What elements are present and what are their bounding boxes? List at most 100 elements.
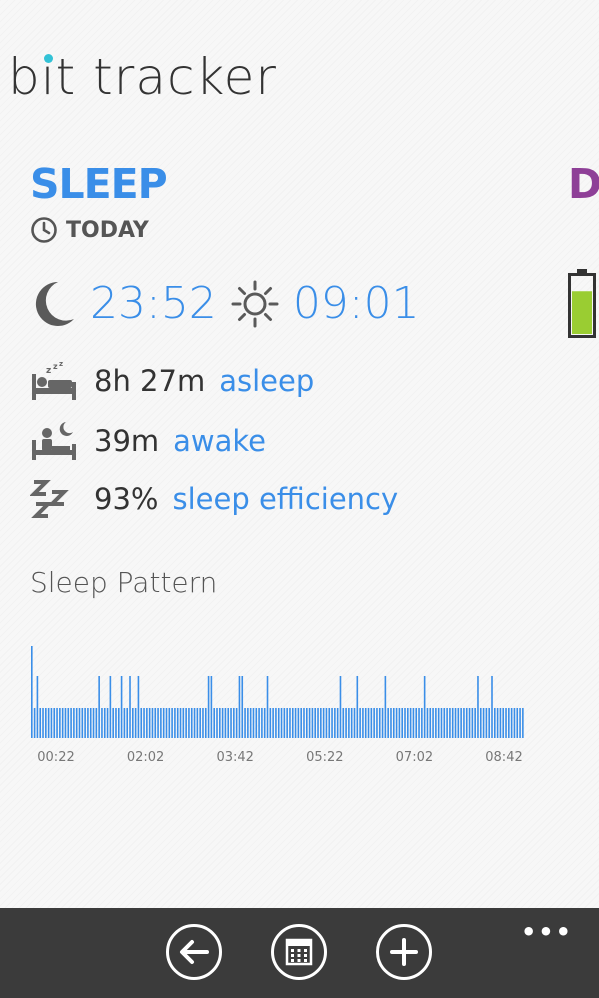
- plus-icon: [390, 938, 418, 966]
- sleep-bar: [415, 708, 418, 738]
- sleep-bar: [120, 676, 123, 738]
- awake-label: awake: [173, 424, 267, 458]
- sleep-bar: [157, 708, 159, 738]
- sleep-bar: [387, 708, 389, 738]
- clock-icon: [31, 217, 57, 243]
- sleep-bar: [364, 708, 367, 738]
- sleep-bar: [249, 708, 252, 738]
- sleep-bar: [148, 708, 151, 738]
- sleep-bar: [47, 708, 50, 738]
- sleep-bar: [429, 708, 432, 738]
- sleep-bar: [303, 708, 305, 738]
- back-arrow-icon: [180, 940, 209, 964]
- calendar-button[interactable]: [271, 924, 327, 980]
- sleep-bar: [78, 708, 81, 738]
- sleep-bar: [50, 708, 53, 738]
- sleep-bar: [426, 708, 429, 738]
- x-tick-label: 03:42: [216, 750, 253, 765]
- sleep-bar: [289, 708, 291, 738]
- sleep-bar: [348, 708, 350, 738]
- x-tick-label: 05:22: [306, 750, 343, 765]
- sleep-bar: [474, 708, 476, 738]
- sleep-bar: [235, 708, 238, 738]
- sleep-bar: [39, 708, 42, 738]
- sleep-bar: [432, 708, 434, 738]
- sleep-bar: [294, 708, 297, 738]
- back-button[interactable]: [166, 924, 222, 980]
- sleep-bar: [171, 708, 173, 738]
- sleep-bar: [95, 708, 98, 738]
- sleep-bar: [92, 708, 95, 738]
- stat-efficiency: 93% sleep efficiency: [30, 478, 398, 520]
- sleep-bar: [275, 708, 277, 738]
- svg-text:z: z: [53, 362, 58, 371]
- sleep-bar: [202, 708, 204, 738]
- sleep-bar: [440, 708, 443, 738]
- sleep-bar: [84, 708, 86, 738]
- sleep-bar: [269, 708, 272, 738]
- sleep-bar: [446, 708, 448, 738]
- sleep-bar: [412, 708, 415, 738]
- x-tick-label: 07:02: [396, 750, 433, 765]
- sleep-bar: [160, 708, 162, 738]
- sleep-bar: [359, 708, 361, 738]
- app-title: bi t tracker: [8, 48, 277, 106]
- sleep-bar: [353, 708, 356, 738]
- sleep-bar: [238, 676, 241, 738]
- sleep-bar: [33, 708, 36, 738]
- sleep-bar: [421, 708, 423, 738]
- sleep-bar: [272, 708, 274, 738]
- sleep-pattern-chart: 00:22 02:02 03:42 05:22 07:02 08:42: [31, 646, 524, 765]
- sleep-bar: [356, 676, 359, 738]
- sleep-bar: [454, 708, 457, 738]
- more-options-button[interactable]: •••: [521, 918, 573, 946]
- sleep-bar: [325, 708, 328, 738]
- sleep-bar: [516, 708, 519, 738]
- sleep-bar: [134, 708, 137, 738]
- sleep-bar: [53, 708, 56, 738]
- sleep-bar: [477, 676, 479, 738]
- sleep-bar: [204, 708, 207, 738]
- sleep-bar: [179, 708, 182, 738]
- sleep-bar: [81, 708, 84, 738]
- sleep-bar: [61, 708, 64, 738]
- sleep-bar: [404, 708, 406, 738]
- sleep-bar: [70, 708, 72, 738]
- sleep-bar: [266, 676, 269, 738]
- sleep-bar: [261, 708, 263, 738]
- sleep-bar: [291, 708, 294, 738]
- zzz-icon: [30, 480, 69, 518]
- sleep-bar: [468, 708, 471, 738]
- sleep-bar: [59, 708, 61, 738]
- sleeping-bed-icon: z z z: [32, 360, 76, 400]
- sleep-bar: [103, 708, 106, 738]
- sleep-bar: [137, 676, 140, 738]
- sleep-bar: [252, 708, 255, 738]
- app-bar: •••: [0, 908, 599, 998]
- sleep-bar: [398, 708, 401, 738]
- add-button[interactable]: [376, 924, 432, 980]
- sleep-bar: [339, 676, 342, 738]
- sleep-bar: [308, 708, 311, 738]
- sleep-bar: [373, 708, 375, 738]
- sleep-bar: [510, 708, 513, 738]
- x-tick-label: 08:42: [485, 750, 522, 765]
- sleep-bar: [132, 708, 134, 738]
- sleep-bar: [210, 676, 213, 738]
- sleep-bar: [143, 708, 145, 738]
- sleep-bar: [519, 708, 521, 738]
- period-selector[interactable]: TODAY: [30, 216, 149, 244]
- sleep-bar: [75, 708, 78, 738]
- sleep-bar: [336, 708, 339, 738]
- next-panel-title-peek[interactable]: D: [568, 160, 599, 208]
- battery-icon: [568, 269, 596, 338]
- sleep-bar: [283, 708, 286, 738]
- sleep-bar: [300, 708, 302, 738]
- sleep-bar: [258, 708, 260, 738]
- sleep-bar: [334, 708, 336, 738]
- sleep-bar: [384, 676, 387, 738]
- sleep-bar: [286, 708, 288, 738]
- sleep-bar: [370, 708, 373, 738]
- sleep-bar: [502, 708, 505, 738]
- sleep-bar: [146, 708, 148, 738]
